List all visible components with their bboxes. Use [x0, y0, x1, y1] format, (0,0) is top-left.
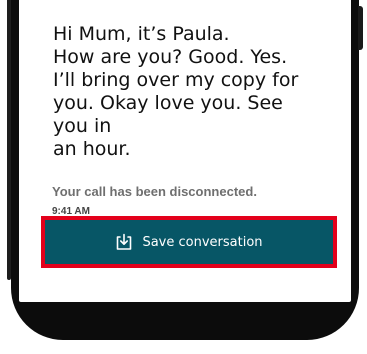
call-status: Your call has been disconnected.: [52, 184, 257, 199]
phone-frame: Hi Mum, it’s Paula. How are you? Good. Y…: [0, 0, 367, 354]
download-to-tray-icon: [115, 233, 133, 251]
save-conversation-button[interactable]: Save conversation: [45, 220, 333, 264]
save-conversation-label: Save conversation: [142, 234, 263, 250]
phone-screen: Hi Mum, it’s Paula. How are you? Good. Y…: [19, 0, 351, 302]
phone-side-button: [358, 6, 363, 50]
transcript-message: Hi Mum, it’s Paula. How are you? Good. Y…: [53, 23, 299, 160]
